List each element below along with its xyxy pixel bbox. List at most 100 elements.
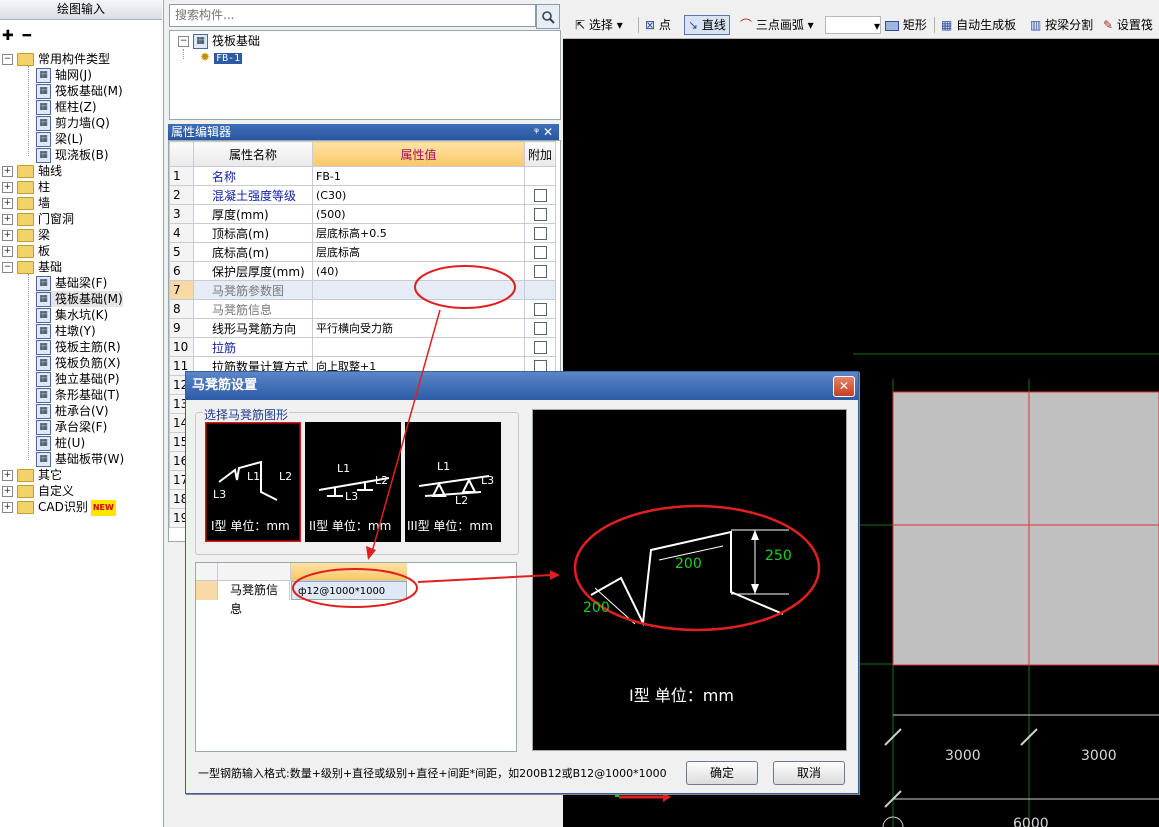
tree-item-1[interactable]: ▦ 轴网(J) [36,67,92,83]
expand-icon[interactable]: + [2,198,13,209]
split-by-beam-button[interactable]: ▥ 按梁分割 [1030,16,1093,34]
tree-item-21[interactable]: ▦ 条形基础(T) [36,387,120,403]
dialog-close-button[interactable]: ✕ [833,376,855,397]
tree-item-12[interactable]: + 板 [2,243,50,259]
tree-item-label: 筏板主筋(R) [55,340,121,354]
close-icon[interactable]: ✕ [543,124,553,140]
property-value[interactable] [312,280,525,300]
shape-type-1[interactable]: L1 L2 L3 I型 单位：mm [205,422,301,542]
expand-icon[interactable]: + [2,470,13,481]
property-row-9[interactable]: 9 线形马凳筋方向 平行横向受力筋 [169,318,557,338]
tree-item-5[interactable]: ▦ 梁(L) [36,131,83,147]
tree-item-25[interactable]: ▦ 基础板带(W) [36,451,124,467]
cancel-button[interactable]: 取消 [773,761,845,785]
tree-item-24[interactable]: ▦ 桩(U) [36,435,85,451]
expand-icon[interactable]: + [2,502,13,513]
collapse-icon[interactable]: − [178,36,189,47]
property-row-5[interactable]: 5 底标高(m) 层底标高 [169,242,557,262]
raft-slab-shape[interactable] [892,391,1159,666]
collapse-icon[interactable]: − [2,262,13,273]
rect-tool[interactable]: 矩形 [885,16,927,34]
property-value[interactable]: (40) [312,261,525,281]
tree-item-15[interactable]: ▦ 筏板基础(M) [36,291,123,307]
tree-item-20[interactable]: ▦ 独立基础(P) [36,371,120,387]
extra-checkbox[interactable] [533,322,547,335]
property-value[interactable]: 层底标高 [312,242,525,262]
tree-item-3[interactable]: ▦ 框柱(Z) [36,99,97,115]
expand-icon[interactable]: + [2,486,13,497]
property-value[interactable] [312,299,525,319]
tree-item-17[interactable]: ▦ 柱墩(Y) [36,323,96,339]
property-row-3[interactable]: 3 厚度(mm) (500) [169,204,557,224]
tree-item-14[interactable]: ▦ 基础梁(F) [36,275,107,291]
property-row-4[interactable]: 4 顶标高(m) 层底标高+0.5 [169,223,557,243]
expand-icon[interactable]: + [2,214,13,225]
extra-checkbox[interactable] [533,341,547,354]
set-slope-button[interactable]: ✎ 设置筏 [1103,16,1153,34]
tree-item-8[interactable]: + 柱 [2,179,50,195]
extra-checkbox[interactable] [533,227,547,240]
search-box [169,4,536,27]
tree-item-10[interactable]: + 门窗洞 [2,211,74,227]
tree-item-28[interactable]: + CAD识别 NEW [2,499,116,516]
tree-item-27[interactable]: + 自定义 [2,483,74,499]
component-root[interactable]: − ▦ 筏板基础 [178,33,260,49]
extra-checkbox[interactable] [533,246,547,259]
property-row-2[interactable]: 2 混凝土强度等级 (C30) [169,185,557,205]
tree-item-18[interactable]: ▦ 筏板主筋(R) [36,339,121,355]
component-item-fb1[interactable]: ✹ FB-1 [200,49,243,65]
tree-item-26[interactable]: + 其它 [2,467,62,483]
property-value[interactable]: (500) [312,204,525,224]
info-row-value[interactable]: ф12@1000*1000 [291,581,407,600]
arc-tool[interactable]: ⌒ 三点画弧 ▾ [740,16,814,34]
property-value[interactable]: FB-1 [312,166,525,186]
property-row-8[interactable]: 8 马凳筋信息 [169,299,557,319]
extra-checkbox[interactable] [533,189,547,202]
expand-icon[interactable]: + [2,166,13,177]
extra-checkbox[interactable] [533,208,547,221]
tree-item-13[interactable]: − 基础 [2,259,62,275]
tree-item-23[interactable]: ▦ 承台梁(F) [36,419,107,435]
property-value[interactable]: 层底标高+0.5 [312,223,525,243]
tree-item-7[interactable]: + 轴线 [2,163,62,179]
expand-icon[interactable]: + [2,246,13,257]
property-value[interactable] [312,337,525,357]
property-value[interactable]: 平行横向受力筋 [312,318,525,338]
tree-item-0[interactable]: − 常用构件类型 [2,51,110,67]
search-button[interactable] [536,4,560,29]
raft-icon: ▦ [36,292,51,307]
expand-icon[interactable]: + [2,230,13,241]
pin-icon[interactable]: ᵠ [534,124,539,140]
select-tool[interactable]: ⇱ 选择 ▾ [575,16,623,34]
tree-item-4[interactable]: ▦ 剪力墙(Q) [36,115,110,131]
property-value[interactable]: (C30) [312,185,525,205]
tree-item-label: 常用构件类型 [38,52,111,66]
extra-checkbox[interactable] [533,265,547,278]
auto-slab-button[interactable]: ▦ 自动生成板 [941,16,1016,34]
tree-item-6[interactable]: ▦ 现浇板(B) [36,147,109,163]
tree-item-9[interactable]: + 墙 [2,195,50,211]
tree-item-16[interactable]: ▦ 集水坑(K) [36,307,108,323]
tree-item-11[interactable]: + 梁 [2,227,50,243]
property-row-10[interactable]: 10 拉筋 [169,337,557,357]
expand-collapse-tools[interactable]: ✚ ━ [2,28,33,44]
collapse-icon[interactable]: − [2,54,13,65]
line-tool[interactable]: ↘ 直线 [684,15,730,35]
component-list: − ▦ 筏板基础 ✹ FB-1 [169,30,561,120]
arc-dropdown[interactable]: ▾ [825,16,881,34]
shape-type-3[interactable]: L1 L2 L3 III型 单位：mm [405,422,501,542]
tree-item-2[interactable]: ▦ 筏板基础(M) [36,83,123,99]
property-row-1[interactable]: 1 名称 FB-1 [169,166,557,186]
property-row-7[interactable]: 7 马凳筋参数图 [169,280,557,300]
point-tool[interactable]: ⊠ 点 [645,16,671,34]
extra-checkbox[interactable] [533,303,547,316]
search-input[interactable] [170,5,535,24]
tree-item-19[interactable]: ▦ 筏板负筋(X) [36,355,121,371]
expand-icon[interactable]: + [2,182,13,193]
rectangle-icon [885,20,899,31]
tree-item-22[interactable]: ▦ 桩承台(V) [36,403,109,419]
property-row-6[interactable]: 6 保护层厚度(mm) (40) [169,261,557,281]
pencil-icon: ✎ [1103,18,1114,32]
ok-button[interactable]: 确定 [686,761,758,785]
shape-type-2[interactable]: L1 L2 L3 II型 单位：mm [305,422,401,542]
